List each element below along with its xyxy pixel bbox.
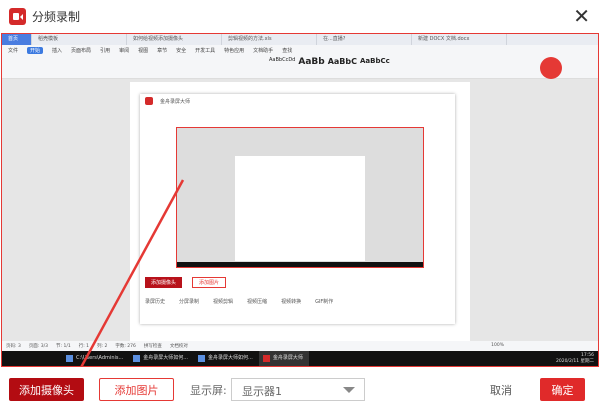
wps-status-bar: 页码: 3 页面: 3/3 节: 1/1 行: 1 列: 2 字数: 276 拼… [2,341,598,351]
status-item: 列: 2 [97,344,108,349]
document-area: 金舟录屏大师 添加摄像头 添加图片 录屏历史 分屏录制 视频剪辑 视频压缩 视频… [2,80,598,341]
nested-taskbar [177,262,423,267]
wps-tab: 在...直播? [317,34,412,45]
style-sample: AaBbCc [360,57,390,65]
wps-tabs: 首页 稻壳模板 如何给视频添加摄像头 剪辑视频的方法.xls 在...直播? 新… [2,34,598,45]
recorder-header: 金舟录屏大师 [140,94,455,108]
menu-item: 特色应用 [224,47,245,54]
taskbar-item: 金舟录屏大师 [258,351,309,366]
style-sample: AaBbC [327,57,357,66]
screen-preview: 首页 稻壳模板 如何给视频添加摄像头 剪辑视频的方法.xls 在...直播? 新… [1,33,599,367]
status-item: 字数: 276 [115,344,136,349]
inner-link: 视频转换 [281,299,302,305]
cancel-button[interactable]: 取消 [478,378,524,401]
taskbar-item: 金舟录屏大师如何... [129,351,194,366]
taskbar-item: C:\Users\Adminis... [62,351,129,366]
menu-item: 开发工具 [195,47,216,54]
display-label: 显示屏: [190,384,227,397]
bottom-bar: 添加摄像头 添加图片 显示屏: 显示器1 取消 确定 [0,367,600,413]
taskbar-item: 金舟录屏大师如何... [194,351,259,366]
recorder-links: 录屏历史 分屏录制 视频剪辑 视频压缩 视频转换 GIF制作 [145,298,333,305]
wps-tab: 稻壳模板 [32,34,127,45]
status-item: 页面: 3/3 [28,344,49,349]
menu-item: 视图 [138,47,149,54]
menu-item: 开始 [27,46,44,54]
status-item: 页码: 3 [6,344,21,349]
inner-link: 视频压缩 [247,299,268,305]
dialog-title: 分频录制 [32,9,81,24]
inner-link: 录屏历史 [145,299,166,305]
status-item: 文档校对 [169,344,188,349]
wps-tab: 剪辑视频的方法.xls [222,34,317,45]
inner-add-image: 添加图片 [192,277,227,288]
document-page: 金舟录屏大师 添加摄像头 添加图片 录屏历史 分屏录制 视频剪辑 视频压缩 视频… [130,82,470,341]
status-item: 拼写检查 [143,344,162,349]
zoom-level: 100% [491,343,504,348]
style-sample: AaBbCcDd [269,57,296,63]
nested-page [235,156,365,261]
menu-item: 审阅 [119,47,130,54]
record-indicator-icon [540,57,562,79]
menu-item: 文档助手 [253,47,274,54]
inner-add-camera: 添加摄像头 [145,277,183,288]
app-logo-icon [9,7,26,25]
menu-item: 章节 [157,47,168,54]
nested-preview [176,127,424,268]
close-icon[interactable]: ✕ [573,4,590,28]
confirm-button[interactable]: 确定 [540,378,585,401]
add-camera-button[interactable]: 添加摄像头 [9,378,84,401]
recorder-logo-icon [145,97,153,105]
menu-item: 安全 [176,47,187,54]
inner-link: 分屏录制 [179,299,200,305]
recorder-title: 金舟录屏大师 [160,99,191,105]
status-item: 行: 1 [78,344,90,349]
title-bar: 分频录制 ✕ [0,0,600,32]
wps-tab: 如何给视频添加摄像头 [127,34,222,45]
chevron-down-icon [343,387,355,393]
inner-link: GIF制作 [315,299,334,305]
recorder-window: 金舟录屏大师 添加摄像头 添加图片 录屏历史 分屏录制 视频剪辑 视频压缩 视频… [140,94,455,324]
style-sample: AaBb [298,57,325,67]
wps-menu: 文件 开始 插入 页面布局 引用 审阅 视图 章节 安全 开发工具 特色应用 文… [2,45,598,55]
display-select[interactable]: 显示器1 [231,378,365,401]
menu-item: 文件 [8,47,19,54]
wps-tab: 新建 DOCX 文档.docx [412,34,507,45]
recorder-buttons: 添加摄像头 添加图片 [145,277,227,288]
wps-ribbon: AaBbCcDd AaBb AaBbC AaBbCc [2,55,598,79]
clock-date: 2020/2/11 星期二 [555,359,594,364]
inner-link: 视频剪辑 [213,299,234,305]
taskbar-clock: 17:56 2020/2/11 星期二 [556,353,594,365]
display-value: 显示器1 [242,385,282,398]
menu-item: 查找 [282,47,293,54]
menu-item: 页面布局 [71,47,92,54]
wps-tab: 首页 [2,34,32,45]
status-item: 节: 1/1 [56,344,71,349]
add-image-button[interactable]: 添加图片 [99,378,174,401]
menu-item: 插入 [52,47,63,54]
windows-taskbar: C:\Users\Adminis... 金舟录屏大师如何... 金舟录屏大师如何… [2,351,598,366]
style-gallery: AaBbCcDd AaBb AaBbC AaBbCc [269,57,390,67]
menu-item: 引用 [100,47,111,54]
